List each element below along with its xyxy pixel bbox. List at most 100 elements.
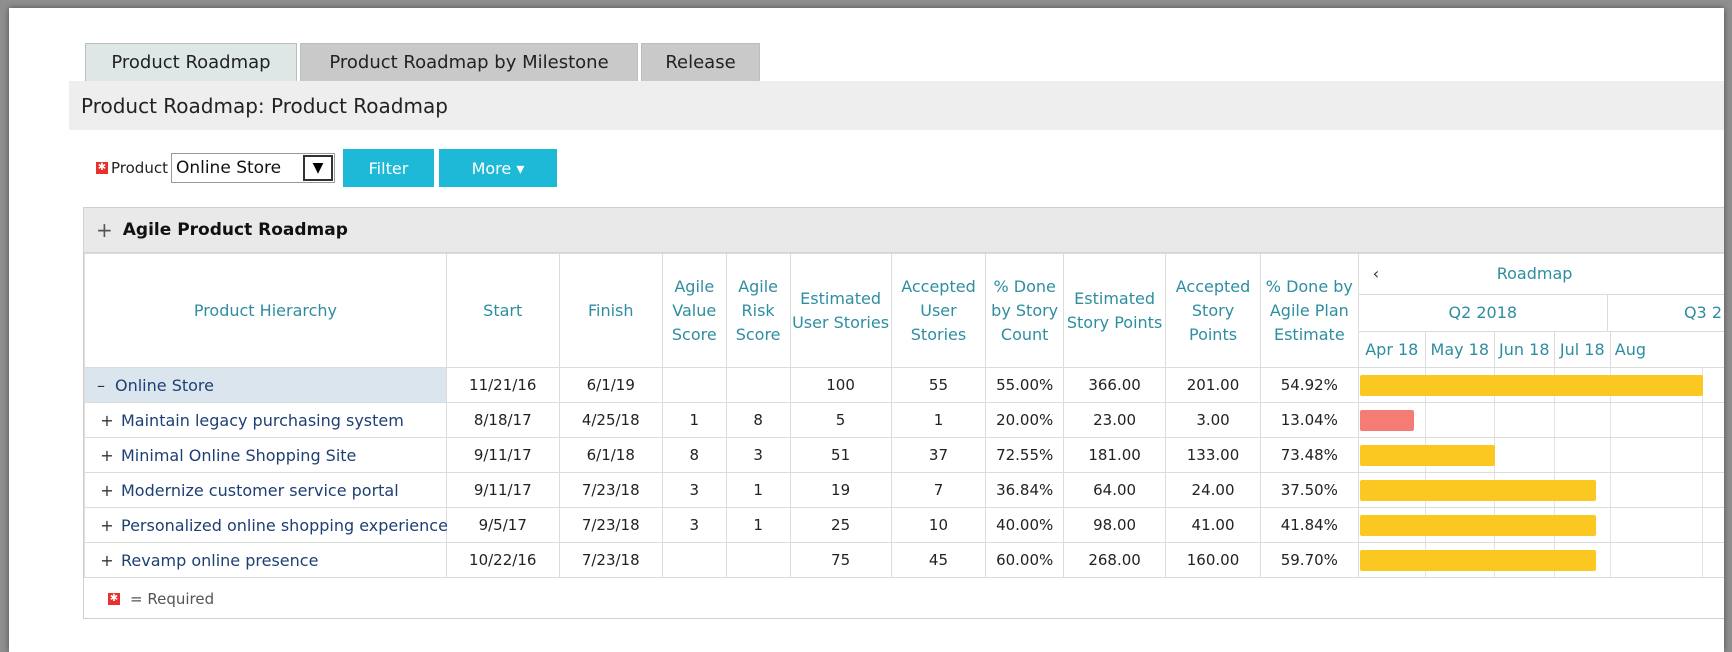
est-story-points-cell: 98.00	[1063, 507, 1167, 543]
finish-cell: 6/1/18	[558, 437, 663, 473]
pct-count-cell: 20.00%	[985, 402, 1065, 438]
table-row[interactable]: – Online Store 11/21/16 6/1/19 100 55 55.00% 36…	[84, 367, 1724, 403]
pct-plan-cell: 59.70%	[1259, 542, 1359, 578]
col-pct-done-story-count[interactable]: % Done by Story Count	[985, 253, 1065, 368]
col-estimated-user-stories[interactable]: Estimated User Stories	[789, 253, 892, 368]
agile-risk-cell: 1	[725, 507, 791, 543]
tab-product-roadmap-by-milestone[interactable]: Product Roadmap by Milestone	[300, 43, 638, 81]
agile-value-cell	[661, 542, 727, 578]
product-hierarchy-cell[interactable]: + Revamp online presence	[84, 542, 447, 578]
start-cell: 9/11/17	[445, 472, 560, 508]
expand-icon[interactable]: +	[99, 516, 115, 535]
product-hierarchy-cell[interactable]: – Online Store	[84, 367, 447, 403]
filter-bar: ✱ Product Online Store ▼ Filter More ▾	[96, 148, 557, 188]
pct-plan-cell: 37.50%	[1259, 472, 1359, 508]
est-user-stories-cell: 75	[789, 542, 892, 578]
expand-icon[interactable]: +	[99, 411, 115, 430]
col-accepted-story-points[interactable]: Accepted Story Points	[1165, 253, 1261, 368]
required-icon: ✱	[96, 162, 108, 174]
gantt-bar[interactable]	[1359, 410, 1415, 431]
roadmap-nav: ‹ Roadmap	[1357, 253, 1724, 295]
product-hierarchy-cell[interactable]: + Personalized online shopping experience	[84, 507, 448, 543]
acc-story-points-cell: 3.00	[1165, 402, 1261, 438]
tab-bar: Product Roadmap Product Roadmap by Miles…	[85, 43, 763, 81]
product-hierarchy-cell[interactable]: + Maintain legacy purchasing system	[84, 402, 447, 438]
est-user-stories-cell: 5	[789, 402, 892, 438]
product-link[interactable]: Online Store	[115, 376, 214, 395]
col-agile-risk-score[interactable]: Agile Risk Score	[725, 253, 791, 368]
tab-release[interactable]: Release	[641, 43, 760, 81]
agile-risk-cell: 1	[725, 472, 791, 508]
product-hierarchy-cell[interactable]: + Modernize customer service portal	[84, 472, 447, 508]
col-product-hierarchy[interactable]: Product Hierarchy	[84, 253, 447, 368]
col-accepted-user-stories[interactable]: Accepted User Stories	[890, 253, 987, 368]
chevron-down-icon[interactable]: ▼	[302, 155, 333, 181]
expand-icon[interactable]: +	[99, 481, 115, 500]
required-legend: ✱ = Required	[108, 590, 214, 608]
agile-value-cell: 3	[661, 507, 727, 543]
table-row[interactable]: + Revamp online presence 10/22/16 7/23/18 75…	[84, 542, 1724, 578]
product-link[interactable]: Maintain legacy purchasing system	[121, 411, 404, 430]
agile-value-cell: 3	[661, 472, 727, 508]
product-select[interactable]: Online Store ▼	[170, 153, 335, 183]
finish-cell: 7/23/18	[558, 507, 663, 543]
chevron-left-icon[interactable]: ‹	[1373, 262, 1379, 286]
agile-risk-cell: 8	[725, 402, 791, 438]
expand-icon[interactable]: +	[99, 551, 115, 570]
expand-icon[interactable]: +	[96, 218, 113, 242]
expand-icon[interactable]: +	[99, 446, 115, 465]
month-may-18: May 18	[1426, 332, 1495, 367]
product-link[interactable]: Minimal Online Shopping Site	[121, 446, 356, 465]
gantt-bar[interactable]	[1359, 550, 1596, 571]
gantt-bar[interactable]	[1359, 375, 1703, 396]
gantt-cell	[1357, 507, 1724, 543]
col-start[interactable]: Start	[445, 253, 560, 368]
roadmap-panel: + Agile Product Roadmap Product Hierarch…	[83, 207, 1724, 619]
pct-count-cell: 72.55%	[985, 437, 1065, 473]
filter-button[interactable]: Filter	[342, 149, 434, 187]
quarter-q3: Q3 2	[1683, 303, 1722, 322]
roadmap-table: Product Hierarchy Start Finish Agile Val…	[84, 253, 1724, 578]
table-row[interactable]: + Modernize customer service portal 9/11/1…	[84, 472, 1724, 508]
more-button[interactable]: More ▾	[438, 149, 557, 187]
tab-product-roadmap[interactable]: Product Roadmap	[85, 43, 297, 81]
col-estimated-story-points[interactable]: Estimated Story Points	[1063, 253, 1167, 368]
finish-cell: 7/23/18	[558, 542, 663, 578]
gantt-bar[interactable]	[1359, 515, 1596, 536]
gantt-bar[interactable]	[1359, 445, 1495, 466]
est-user-stories-cell: 19	[789, 472, 892, 508]
acc-story-points-cell: 160.00	[1165, 542, 1261, 578]
pct-count-cell: 60.00%	[985, 542, 1065, 578]
col-agile-value-score[interactable]: Agile Value Score	[661, 253, 727, 368]
acc-user-stories-cell: 1	[890, 402, 987, 438]
col-pct-done-agile-plan[interactable]: % Done by Agile Plan Estimate	[1259, 253, 1359, 368]
col-finish[interactable]: Finish	[558, 253, 663, 368]
panel-title: Agile Product Roadmap	[122, 220, 348, 240]
acc-user-stories-cell: 10	[890, 507, 987, 543]
gantt-cell	[1357, 367, 1724, 403]
roadmap-quarters: Q2 2018 Q3 2	[1357, 294, 1724, 332]
gantt-cell	[1357, 472, 1724, 508]
month-apr-18: Apr 18	[1359, 332, 1426, 367]
product-link[interactable]: Personalized online shopping experience	[121, 516, 448, 535]
table-row[interactable]: + Maintain legacy purchasing system 8/18/1…	[84, 402, 1724, 438]
agile-risk-cell	[725, 542, 791, 578]
product-link[interactable]: Modernize customer service portal	[121, 481, 399, 500]
collapse-icon[interactable]: –	[93, 376, 109, 395]
required-legend-text: = Required	[130, 590, 215, 608]
product-hierarchy-cell[interactable]: + Minimal Online Shopping Site	[84, 437, 447, 473]
gantt-cell	[1357, 402, 1724, 438]
start-cell: 9/5/17	[445, 507, 560, 543]
pct-plan-cell: 41.84%	[1259, 507, 1359, 543]
page-title: Product Roadmap: Product Roadmap	[69, 81, 1724, 130]
pct-count-cell: 40.00%	[985, 507, 1065, 543]
est-user-stories-cell: 100	[789, 367, 892, 403]
table-row[interactable]: + Personalized online shopping experience…	[84, 507, 1724, 543]
finish-cell: 7/23/18	[558, 472, 663, 508]
acc-user-stories-cell: 45	[890, 542, 987, 578]
panel-header[interactable]: + Agile Product Roadmap	[84, 208, 1724, 253]
gantt-bar[interactable]	[1359, 480, 1596, 501]
product-link[interactable]: Revamp online presence	[121, 551, 318, 570]
table-row[interactable]: + Minimal Online Shopping Site 9/11/17 6/1/…	[84, 437, 1724, 473]
acc-story-points-cell: 201.00	[1165, 367, 1261, 403]
